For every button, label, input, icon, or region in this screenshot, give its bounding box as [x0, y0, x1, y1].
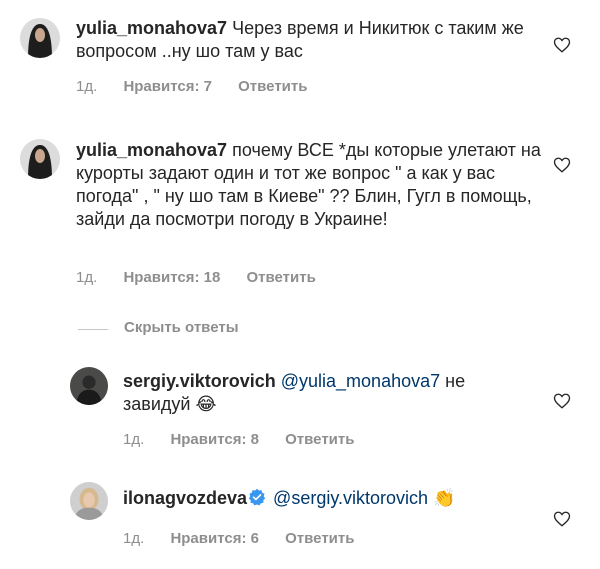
comment-meta: 1д. Нравится: 18 Ответить	[76, 269, 338, 286]
avatar-dark-hair-icon	[20, 18, 60, 58]
comment-body: yulia_monahova7 Через время и Никитюк с …	[76, 17, 546, 63]
username[interactable]: ilonagvozdeva	[123, 488, 247, 508]
avatar[interactable]	[20, 139, 60, 179]
likes-count[interactable]: Нравится: 6	[170, 530, 259, 547]
reply-button[interactable]: Ответить	[238, 78, 307, 95]
username[interactable]: yulia_monahova7	[76, 18, 227, 38]
reply-comment: sergiy.viktorovich @yulia_monahova7 не з…	[0, 360, 600, 460]
comment-meta: 1д. Нравится: 8 Ответить	[123, 431, 376, 448]
comment-time[interactable]: 1д.	[76, 269, 97, 286]
comment-time[interactable]: 1д.	[123, 431, 144, 448]
comment: yulia_monahova7 почему ВСЕ *ды которые у…	[0, 130, 600, 300]
mention-link[interactable]: @sergiy.viktorovich	[273, 488, 428, 508]
avatar[interactable]	[70, 482, 108, 520]
username[interactable]: sergiy.viktorovich	[123, 371, 276, 391]
comment-meta: 1д. Нравится: 6 Ответить	[123, 530, 376, 547]
like-heart-icon[interactable]	[553, 510, 571, 528]
comment-meta: 1д. Нравится: 7 Ответить	[76, 78, 329, 95]
comment-time[interactable]: 1д.	[123, 530, 144, 547]
clapping-hands-emoji-icon: 👏	[433, 488, 456, 509]
like-heart-icon[interactable]	[553, 392, 571, 410]
avatar[interactable]	[20, 18, 60, 58]
reply-button[interactable]: Ответить	[285, 530, 354, 547]
avatar-dark-hair-icon	[20, 139, 60, 179]
reply-button[interactable]: Ответить	[285, 431, 354, 448]
reply-comment: ilonagvozdeva @sergiy.viktorovich 👏 1д. …	[0, 480, 600, 569]
username[interactable]: yulia_monahova7	[76, 140, 227, 160]
reply-body: sergiy.viktorovich @yulia_monahova7 не з…	[123, 370, 503, 416]
avatar[interactable]	[70, 367, 108, 405]
like-heart-icon[interactable]	[553, 156, 571, 174]
divider-line	[78, 329, 108, 330]
mention-link[interactable]: @yulia_monahova7	[281, 371, 440, 391]
avatar-blonde-icon	[70, 482, 108, 520]
likes-count[interactable]: Нравится: 7	[123, 78, 212, 95]
laughing-emoji-icon: 😂	[195, 394, 217, 415]
avatar-person-icon	[70, 367, 108, 405]
reply-body: ilonagvozdeva @sergiy.viktorovich 👏	[123, 487, 543, 512]
like-heart-icon[interactable]	[553, 36, 571, 54]
comment-body: yulia_monahova7 почему ВСЕ *ды которые у…	[76, 139, 546, 231]
likes-count[interactable]: Нравится: 18	[123, 269, 220, 286]
comment-time[interactable]: 1д.	[76, 78, 97, 95]
hide-replies-label[interactable]: Скрыть ответы	[124, 319, 239, 336]
likes-count[interactable]: Нравится: 8	[170, 431, 259, 448]
verified-badge-icon	[248, 488, 266, 512]
reply-button[interactable]: Ответить	[246, 269, 315, 286]
comment: yulia_monahova7 Через время и Никитюк с …	[0, 0, 600, 110]
